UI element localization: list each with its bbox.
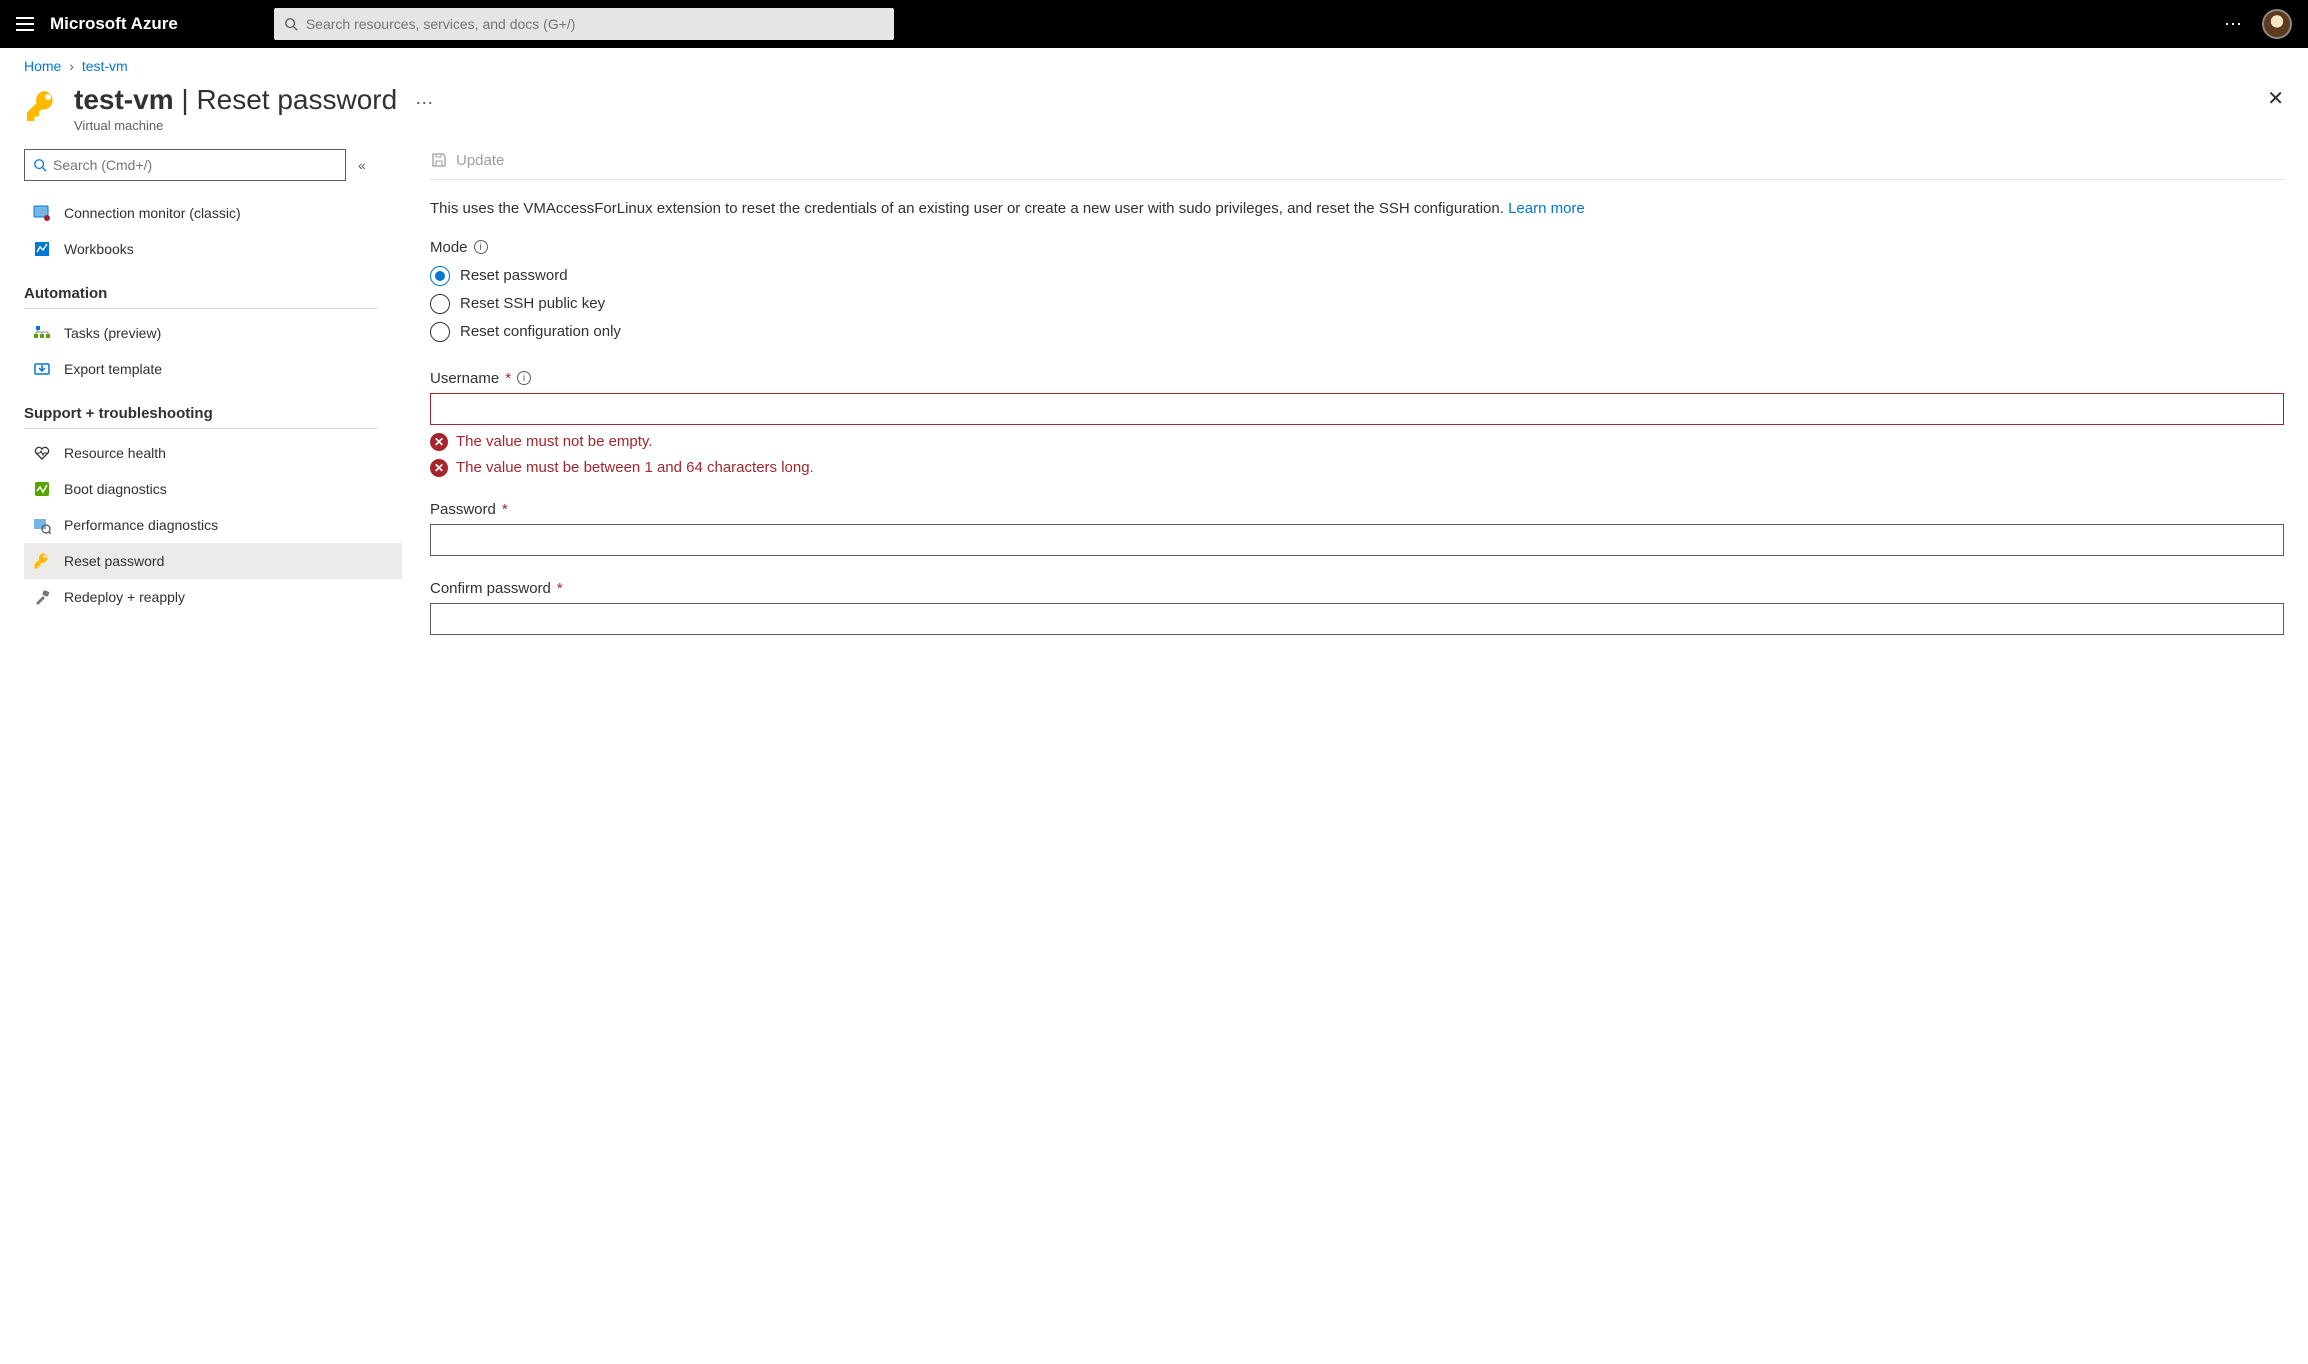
sidebar-item-export-template[interactable]: Export template xyxy=(24,351,402,387)
error-message: ✕ The value must not be empty. xyxy=(430,433,2284,451)
radio-label: Reset configuration only xyxy=(460,323,621,340)
sidebar-item-tasks[interactable]: Tasks (preview) xyxy=(24,315,402,351)
sidebar-item-label: Export template xyxy=(64,361,162,377)
key-icon xyxy=(24,88,60,124)
sidebar-section-support: Support + troubleshooting xyxy=(24,387,378,429)
key-icon xyxy=(32,551,52,571)
sidebar-item-label: Resource health xyxy=(64,445,166,461)
brand-label[interactable]: Microsoft Azure xyxy=(50,14,178,34)
radio-reset-password[interactable]: Reset password xyxy=(430,262,2284,290)
sidebar-item-label: Redeploy + reapply xyxy=(64,589,185,605)
breadcrumb: Home › test-vm xyxy=(0,48,2308,78)
export-icon xyxy=(32,359,52,379)
search-icon xyxy=(33,158,47,172)
more-button[interactable]: ⋯ xyxy=(2224,14,2244,35)
radio-reset-config[interactable]: Reset configuration only xyxy=(430,318,2284,346)
sidebar-section-automation: Automation xyxy=(24,267,378,309)
info-icon[interactable]: i xyxy=(517,371,531,385)
save-icon xyxy=(430,151,448,169)
update-button[interactable]: Update xyxy=(456,152,504,169)
tasks-icon xyxy=(32,323,52,343)
main-content: Update This uses the VMAccessForLinux ex… xyxy=(402,149,2308,659)
sidebar-item-label: Workbooks xyxy=(64,241,134,257)
global-search-input[interactable] xyxy=(306,16,884,32)
username-input[interactable] xyxy=(430,393,2284,425)
error-message: ✕ The value must be between 1 and 64 cha… xyxy=(430,459,2284,477)
close-button[interactable]: ✕ xyxy=(2267,86,2284,111)
sidebar-item-label: Boot diagnostics xyxy=(64,481,167,497)
sidebar-item-connection-monitor[interactable]: Connection monitor (classic) xyxy=(24,195,402,231)
page-title: test-vm | Reset password xyxy=(74,84,397,116)
topbar: Microsoft Azure ⋯ xyxy=(0,0,2308,48)
radio-icon xyxy=(430,266,450,286)
sidebar-item-boot-diagnostics[interactable]: Boot diagnostics xyxy=(24,471,402,507)
radio-reset-ssh-key[interactable]: Reset SSH public key xyxy=(430,290,2284,318)
info-icon[interactable]: i xyxy=(474,240,488,254)
radio-label: Reset SSH public key xyxy=(460,295,605,312)
menu-button[interactable] xyxy=(16,17,34,31)
workbook-icon xyxy=(32,239,52,259)
confirm-password-label: Confirm password * xyxy=(430,580,2284,597)
sidebar-item-label: Reset password xyxy=(64,553,164,569)
sidebar-search[interactable] xyxy=(24,149,346,181)
collapse-sidebar-button[interactable]: « xyxy=(358,157,366,173)
sidebar-item-workbooks[interactable]: Workbooks xyxy=(24,231,402,267)
chevron-right-icon: › xyxy=(69,58,74,74)
search-icon xyxy=(284,17,298,31)
resource-type-label: Virtual machine xyxy=(74,118,435,133)
description-text: This uses the VMAccessForLinux extension… xyxy=(430,198,2284,221)
performance-icon xyxy=(32,515,52,535)
avatar[interactable] xyxy=(2262,9,2292,39)
confirm-password-input[interactable] xyxy=(430,603,2284,635)
sidebar-item-label: Connection monitor (classic) xyxy=(64,205,241,221)
global-search[interactable] xyxy=(274,8,894,40)
learn-more-link[interactable]: Learn more xyxy=(1508,200,1585,217)
hammer-icon xyxy=(32,587,52,607)
page-header: test-vm | Reset password ⋯ Virtual machi… xyxy=(0,78,2308,149)
sidebar-item-redeploy[interactable]: Redeploy + reapply xyxy=(24,579,402,615)
error-icon: ✕ xyxy=(430,433,448,451)
toolbar: Update xyxy=(430,149,2284,180)
breadcrumb-home[interactable]: Home xyxy=(24,58,61,74)
password-input[interactable] xyxy=(430,524,2284,556)
sidebar-item-label: Performance diagnostics xyxy=(64,517,218,533)
sidebar-item-performance-diagnostics[interactable]: Performance diagnostics xyxy=(24,507,402,543)
heart-icon xyxy=(32,443,52,463)
sidebar-item-resource-health[interactable]: Resource health xyxy=(24,435,402,471)
sidebar-item-reset-password[interactable]: Reset password xyxy=(24,543,402,579)
monitor-icon xyxy=(32,203,52,223)
password-label: Password * xyxy=(430,501,2284,518)
radio-label: Reset password xyxy=(460,267,568,284)
sidebar-item-label: Tasks (preview) xyxy=(64,325,161,341)
sidebar-search-input[interactable] xyxy=(53,157,337,173)
username-label: Username * i xyxy=(430,370,2284,387)
error-icon: ✕ xyxy=(430,459,448,477)
mode-label: Mode i xyxy=(430,239,2284,256)
radio-icon xyxy=(430,294,450,314)
sidebar: « Connection monitor (classic) Workbooks… xyxy=(24,149,402,659)
diagnostics-icon xyxy=(32,479,52,499)
breadcrumb-resource[interactable]: test-vm xyxy=(82,58,128,74)
page-more-button[interactable]: ⋯ xyxy=(415,93,435,114)
radio-icon xyxy=(430,322,450,342)
